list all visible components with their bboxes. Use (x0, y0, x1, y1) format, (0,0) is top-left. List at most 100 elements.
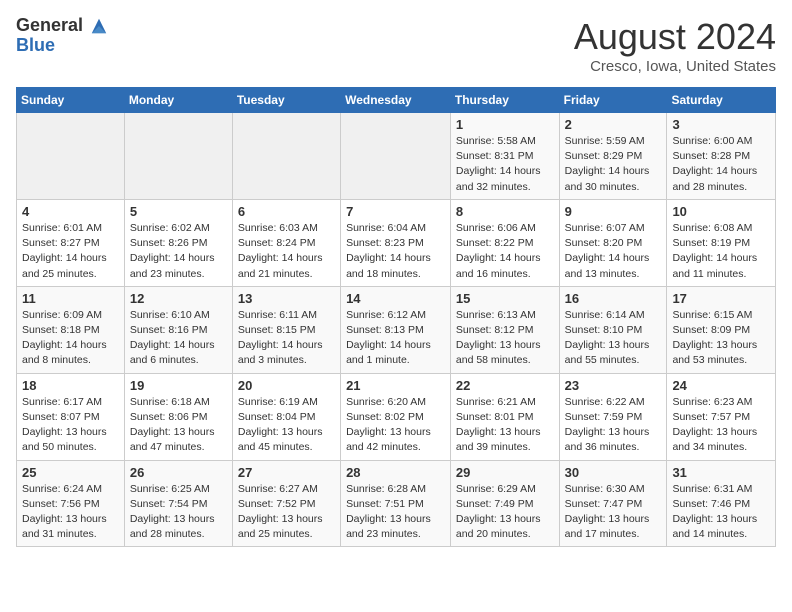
cell-info: Sunrise: 6:17 AM Sunset: 8:07 PM Dayligh… (22, 395, 119, 456)
day-number: 13 (238, 291, 335, 306)
calendar-cell: 29 Sunrise: 6:29 AM Sunset: 7:49 PM Dayli… (450, 460, 559, 547)
calendar-cell: 28 Sunrise: 6:28 AM Sunset: 7:51 PM Dayli… (341, 460, 451, 547)
cell-info: Sunrise: 6:27 AM Sunset: 7:52 PM Dayligh… (238, 482, 335, 543)
day-number: 15 (456, 291, 554, 306)
calendar-cell: 20 Sunrise: 6:19 AM Sunset: 8:04 PM Dayli… (232, 373, 340, 460)
day-number: 23 (565, 378, 662, 393)
calendar-cell: 13 Sunrise: 6:11 AM Sunset: 8:15 PM Dayli… (232, 286, 340, 373)
cell-info: Sunrise: 6:20 AM Sunset: 8:02 PM Dayligh… (346, 395, 445, 456)
cell-info: Sunrise: 6:06 AM Sunset: 8:22 PM Dayligh… (456, 221, 554, 282)
cell-info: Sunrise: 6:25 AM Sunset: 7:54 PM Dayligh… (130, 482, 227, 543)
cell-info: Sunrise: 6:28 AM Sunset: 7:51 PM Dayligh… (346, 482, 445, 543)
calendar-cell (17, 113, 125, 200)
page-header: General Blue August 2024 Cresco, Iowa, U… (16, 16, 776, 75)
calendar-week-row: 18Sunrise: 6:17 AM Sunset: 8:07 PM Dayli… (17, 373, 776, 460)
day-header-monday: Monday (124, 88, 232, 113)
calendar-cell: 26 Sunrise: 6:25 AM Sunset: 7:54 PM Dayli… (124, 460, 232, 547)
logo-general: General (16, 16, 108, 36)
cell-info: Sunrise: 6:09 AM Sunset: 8:18 PM Dayligh… (22, 308, 119, 369)
cell-info: Sunrise: 6:18 AM Sunset: 8:06 PM Dayligh… (130, 395, 227, 456)
day-number: 4 (22, 204, 119, 219)
cell-info: Sunrise: 6:21 AM Sunset: 8:01 PM Dayligh… (456, 395, 554, 456)
cell-info: Sunrise: 6:02 AM Sunset: 8:26 PM Dayligh… (130, 221, 227, 282)
calendar-cell: 23 Sunrise: 6:22 AM Sunset: 7:59 PM Dayli… (559, 373, 667, 460)
day-number: 6 (238, 204, 335, 219)
day-number: 26 (130, 465, 227, 480)
calendar-cell (124, 113, 232, 200)
day-number: 19 (130, 378, 227, 393)
cell-info: Sunrise: 6:12 AM Sunset: 8:13 PM Dayligh… (346, 308, 445, 369)
day-number: 25 (22, 465, 119, 480)
calendar-cell: 18Sunrise: 6:17 AM Sunset: 8:07 PM Dayli… (17, 373, 125, 460)
day-header-thursday: Thursday (450, 88, 559, 113)
day-number: 27 (238, 465, 335, 480)
day-header-saturday: Saturday (667, 88, 776, 113)
calendar-cell: 10Sunrise: 6:08 AM Sunset: 8:19 PM Dayli… (667, 199, 776, 286)
day-header-wednesday: Wednesday (341, 88, 451, 113)
cell-info: Sunrise: 6:19 AM Sunset: 8:04 PM Dayligh… (238, 395, 335, 456)
day-number: 14 (346, 291, 445, 306)
calendar-cell: 30 Sunrise: 6:30 AM Sunset: 7:47 PM Dayli… (559, 460, 667, 547)
calendar-cell: 31 Sunrise: 6:31 AM Sunset: 7:46 PM Dayli… (667, 460, 776, 547)
cell-info: Sunrise: 6:22 AM Sunset: 7:59 PM Dayligh… (565, 395, 662, 456)
cell-info: Sunrise: 5:58 AM Sunset: 8:31 PM Dayligh… (456, 134, 554, 195)
day-number: 2 (565, 117, 662, 132)
calendar-cell: 27 Sunrise: 6:27 AM Sunset: 7:52 PM Dayli… (232, 460, 340, 547)
day-number: 11 (22, 291, 119, 306)
day-number: 17 (672, 291, 770, 306)
day-number: 16 (565, 291, 662, 306)
calendar-cell: 5 Sunrise: 6:02 AM Sunset: 8:26 PM Daylig… (124, 199, 232, 286)
calendar-cell: 3 Sunrise: 6:00 AM Sunset: 8:28 PM Daylig… (667, 113, 776, 200)
calendar-cell: 24Sunrise: 6:23 AM Sunset: 7:57 PM Dayli… (667, 373, 776, 460)
calendar-cell (232, 113, 340, 200)
calendar-cell: 16Sunrise: 6:14 AM Sunset: 8:10 PM Dayli… (559, 286, 667, 373)
day-number: 24 (672, 378, 770, 393)
calendar-cell: 2 Sunrise: 5:59 AM Sunset: 8:29 PM Daylig… (559, 113, 667, 200)
day-number: 29 (456, 465, 554, 480)
cell-info: Sunrise: 6:01 AM Sunset: 8:27 PM Dayligh… (22, 221, 119, 282)
cell-info: Sunrise: 6:03 AM Sunset: 8:24 PM Dayligh… (238, 221, 335, 282)
day-number: 5 (130, 204, 227, 219)
calendar-cell: 15 Sunrise: 6:13 AM Sunset: 8:12 PM Dayli… (450, 286, 559, 373)
cell-info: Sunrise: 6:07 AM Sunset: 8:20 PM Dayligh… (565, 221, 662, 282)
cell-info: Sunrise: 6:30 AM Sunset: 7:47 PM Dayligh… (565, 482, 662, 543)
day-header-friday: Friday (559, 88, 667, 113)
calendar-cell: 14 Sunrise: 6:12 AM Sunset: 8:13 PM Dayli… (341, 286, 451, 373)
day-header-tuesday: Tuesday (232, 88, 340, 113)
day-number: 8 (456, 204, 554, 219)
calendar-cell: 6 Sunrise: 6:03 AM Sunset: 8:24 PM Daylig… (232, 199, 340, 286)
title-block: August 2024 Cresco, Iowa, United States (574, 16, 776, 75)
calendar-cell: 1 Sunrise: 5:58 AM Sunset: 8:31 PM Daylig… (450, 113, 559, 200)
logo-blue: Blue (16, 36, 108, 56)
day-number: 20 (238, 378, 335, 393)
calendar-header-row: SundayMondayTuesdayWednesdayThursdayFrid… (17, 88, 776, 113)
calendar-week-row: 4 Sunrise: 6:01 AM Sunset: 8:27 PM Daylig… (17, 199, 776, 286)
cell-info: Sunrise: 5:59 AM Sunset: 8:29 PM Dayligh… (565, 134, 662, 195)
calendar-cell: 21 Sunrise: 6:20 AM Sunset: 8:02 PM Dayli… (341, 373, 451, 460)
cell-info: Sunrise: 6:13 AM Sunset: 8:12 PM Dayligh… (456, 308, 554, 369)
cell-info: Sunrise: 6:10 AM Sunset: 8:16 PM Dayligh… (130, 308, 227, 369)
cell-info: Sunrise: 6:11 AM Sunset: 8:15 PM Dayligh… (238, 308, 335, 369)
day-number: 10 (672, 204, 770, 219)
cell-info: Sunrise: 6:31 AM Sunset: 7:46 PM Dayligh… (672, 482, 770, 543)
cell-info: Sunrise: 6:29 AM Sunset: 7:49 PM Dayligh… (456, 482, 554, 543)
day-number: 21 (346, 378, 445, 393)
cell-info: Sunrise: 6:00 AM Sunset: 8:28 PM Dayligh… (672, 134, 770, 195)
day-number: 31 (672, 465, 770, 480)
cell-info: Sunrise: 6:04 AM Sunset: 8:23 PM Dayligh… (346, 221, 445, 282)
calendar-cell: 12Sunrise: 6:10 AM Sunset: 8:16 PM Dayli… (124, 286, 232, 373)
calendar-week-row: 1 Sunrise: 5:58 AM Sunset: 8:31 PM Daylig… (17, 113, 776, 200)
calendar-week-row: 25Sunrise: 6:24 AM Sunset: 7:56 PM Dayli… (17, 460, 776, 547)
cell-info: Sunrise: 6:15 AM Sunset: 8:09 PM Dayligh… (672, 308, 770, 369)
calendar-cell: 7Sunrise: 6:04 AM Sunset: 8:23 PM Daylig… (341, 199, 451, 286)
day-number: 22 (456, 378, 554, 393)
day-number: 9 (565, 204, 662, 219)
day-number: 30 (565, 465, 662, 480)
calendar-cell: 17 Sunrise: 6:15 AM Sunset: 8:09 PM Dayli… (667, 286, 776, 373)
day-number: 28 (346, 465, 445, 480)
calendar-cell (341, 113, 451, 200)
day-number: 1 (456, 117, 554, 132)
calendar-cell: 22 Sunrise: 6:21 AM Sunset: 8:01 PM Dayli… (450, 373, 559, 460)
day-number: 3 (672, 117, 770, 132)
calendar-cell: 19 Sunrise: 6:18 AM Sunset: 8:06 PM Dayli… (124, 373, 232, 460)
